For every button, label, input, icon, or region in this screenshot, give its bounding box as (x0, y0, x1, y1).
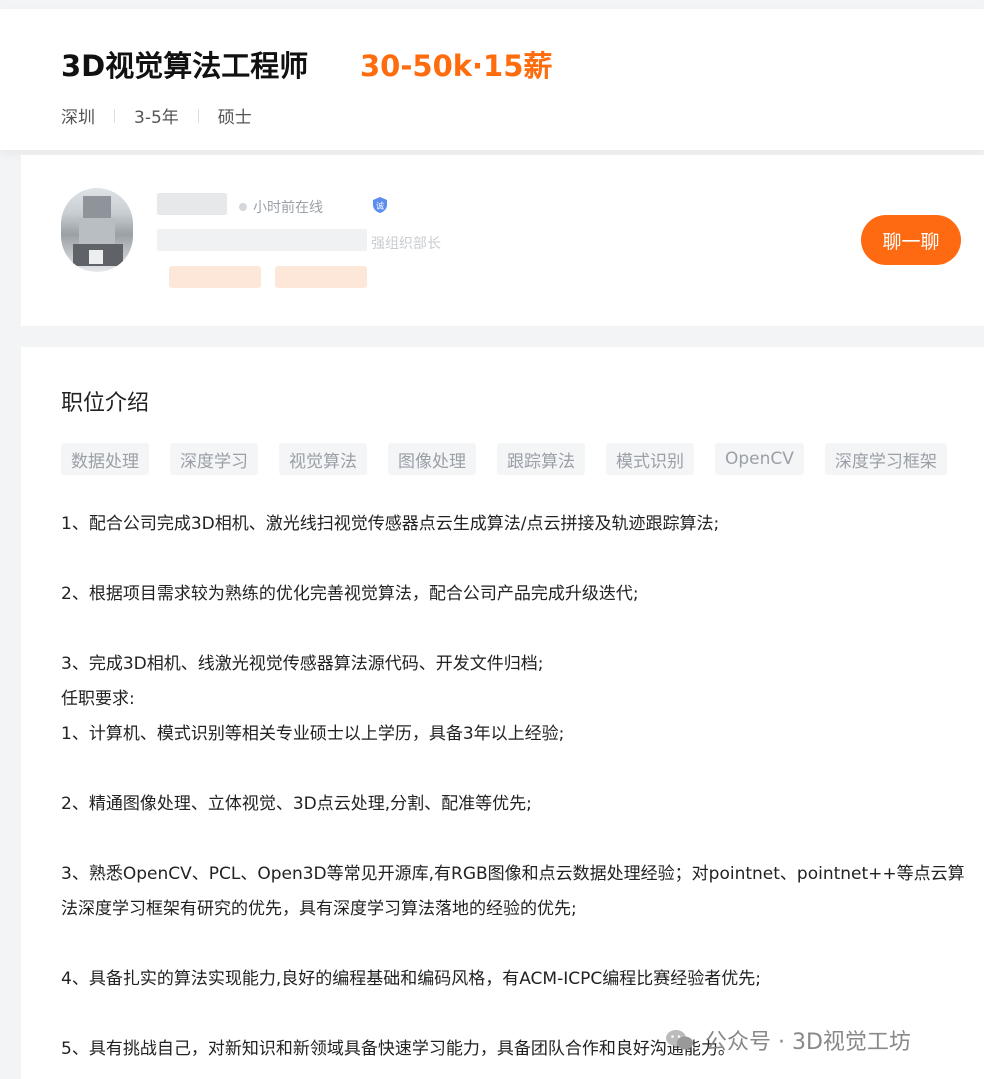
watermark: 公众号 · 3D视觉工坊 (665, 1024, 911, 1056)
description-line: 3、熟悉OpenCV、PCL、Open3D等常见开源库,有RGB图像和点云数据处… (61, 864, 965, 884)
skill-tag: 视觉算法 (279, 443, 367, 475)
experience: 3-5年 (134, 108, 179, 128)
avatar[interactable] (61, 188, 133, 272)
skill-tag: 深度学习框架 (824, 443, 947, 475)
svg-text:诚: 诚 (376, 201, 384, 211)
description-line: 4、具备扎实的算法实现能力,良好的编程基础和编码风格，有ACM-ICPC编程比赛… (61, 969, 761, 989)
company-blurred (157, 229, 367, 251)
verified-shield-icon: 诚 (373, 197, 387, 213)
skill-tag: OpenCV (715, 443, 804, 475)
education: 硕士 (217, 108, 252, 128)
job-header: 3D视觉算法工程师 30-50k·15薪 深圳 3-5年 硕士 (0, 9, 984, 150)
online-status: 小时前在线 (239, 197, 323, 217)
description-line: 2、精通图像处理、立体视觉、3D点云处理,分割、配准等优先; (61, 794, 532, 814)
skill-tag: 数据处理 (61, 443, 149, 475)
recruiter-name-blurred (157, 193, 227, 215)
top-strip (0, 0, 984, 9)
description-line: 1、配合公司完成3D相机、激光线扫视觉传感器点云生成算法/点云拼接及轨迹跟踪算法… (61, 514, 720, 534)
description-line: 2、根据项目需求较为熟练的优化完善视觉算法，配合公司产品完成升级迭代; (61, 584, 639, 604)
watermark-text: 公众号 · 3D视觉工坊 (705, 1030, 911, 1055)
job-description: 职位介绍 数据处理 深度学习 视觉算法 图像处理 跟踪算法 模式识别 OpenC… (21, 347, 984, 1079)
status-dot (239, 203, 247, 211)
recruiter-card: 小时前在线 诚 强组织部长 聊一聊 (21, 155, 984, 326)
recruiter-tag-blurred (169, 266, 261, 288)
skill-tags: 数据处理 深度学习 视觉算法 图像处理 跟踪算法 模式识别 OpenCV 深度学… (61, 443, 968, 475)
chat-button[interactable]: 聊一聊 (861, 215, 961, 265)
divider (114, 108, 115, 123)
description-line: 1、计算机、模式识别等相关专业硕士以上学历，具备3年以上经验; (61, 724, 565, 744)
job-meta: 深圳 3-5年 硕士 (61, 103, 252, 128)
divider (197, 108, 199, 123)
description-body: 1、配合公司完成3D相机、激光线扫视觉传感器点云生成算法/点云拼接及轨迹跟踪算法… (61, 507, 965, 1067)
skill-tag: 模式识别 (606, 443, 694, 475)
description-line: 任职要求: (61, 689, 135, 709)
description-line: 法深度学习框架有研究的优先，具有深度学习算法落地的经验的优先; (61, 899, 577, 919)
city: 深圳 (61, 108, 95, 128)
skill-tag: 图像处理 (388, 443, 476, 475)
section-title: 职位介绍 (61, 391, 150, 416)
wechat-icon (666, 1030, 693, 1050)
skill-tag: 深度学习 (170, 443, 258, 475)
description-line: 3、完成3D相机、线激光视觉传感器算法源代码、开发文件归档; (61, 654, 544, 674)
recruiter-tag-blurred (275, 266, 367, 288)
recruiter-position: 强组织部长 (371, 236, 441, 252)
skill-tag: 跟踪算法 (497, 443, 585, 475)
job-title: 3D视觉算法工程师 (61, 49, 309, 83)
salary: 30-50k·15薪 (360, 49, 553, 83)
